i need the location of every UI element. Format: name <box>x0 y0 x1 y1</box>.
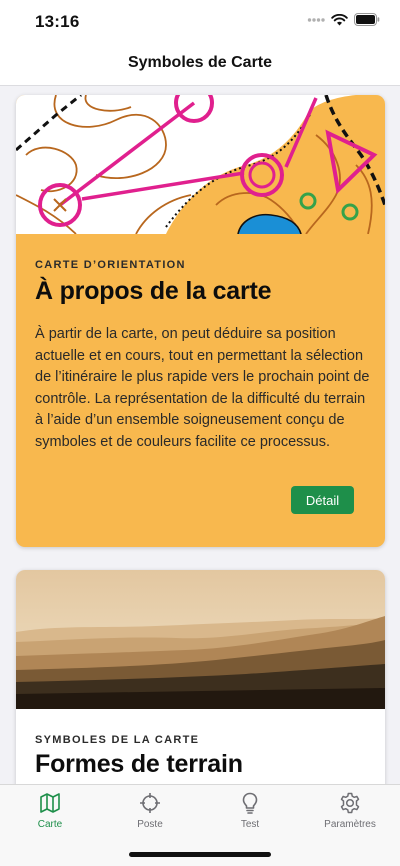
lightbulb-icon <box>242 792 258 814</box>
tab-poste[interactable]: Poste <box>100 791 200 830</box>
card-category: CARTE D’ORIENTATION <box>35 259 186 271</box>
tab-label: Poste <box>137 819 163 830</box>
card-terrain-forms[interactable]: SYMBOLES DE LA CARTE Formes de terrain <box>16 570 385 784</box>
status-bar: 13:16 <box>0 0 400 44</box>
card-category: SYMBOLES DE LA CARTE <box>35 734 200 746</box>
tab-label: Paramètres <box>324 819 376 830</box>
card-list[interactable]: CARTE D’ORIENTATION À propos de la carte… <box>0 86 400 784</box>
tab-carte[interactable]: Carte <box>0 791 100 830</box>
more-dots-icon <box>307 17 325 22</box>
tab-parametres[interactable]: Paramètres <box>300 791 400 830</box>
status-icons <box>307 13 380 26</box>
battery-icon <box>354 13 380 26</box>
card-title: Formes de terrain <box>35 750 243 778</box>
card-description: À partir de la carte, on peut déduire sa… <box>35 326 370 450</box>
detail-button[interactable]: Détail <box>291 486 354 514</box>
orienteering-map-image <box>16 95 385 234</box>
card-about-map[interactable]: CARTE D’ORIENTATION À propos de la carte… <box>16 95 385 547</box>
landscape-photo <box>16 570 385 709</box>
crosshair-icon <box>140 793 160 813</box>
navigation-bar: Symboles de Carte <box>0 44 400 86</box>
tab-label: Carte <box>37 819 63 830</box>
card-title: À propos de la carte <box>35 277 272 305</box>
page-title: Symboles de Carte <box>127 54 273 71</box>
gear-icon <box>340 792 360 814</box>
status-time: 13:16 <box>35 12 80 31</box>
home-indicator <box>129 852 271 857</box>
tab-label: Test <box>240 819 260 830</box>
map-icon <box>40 793 60 813</box>
wifi-icon <box>331 13 348 25</box>
tab-test[interactable]: Test <box>200 791 300 830</box>
